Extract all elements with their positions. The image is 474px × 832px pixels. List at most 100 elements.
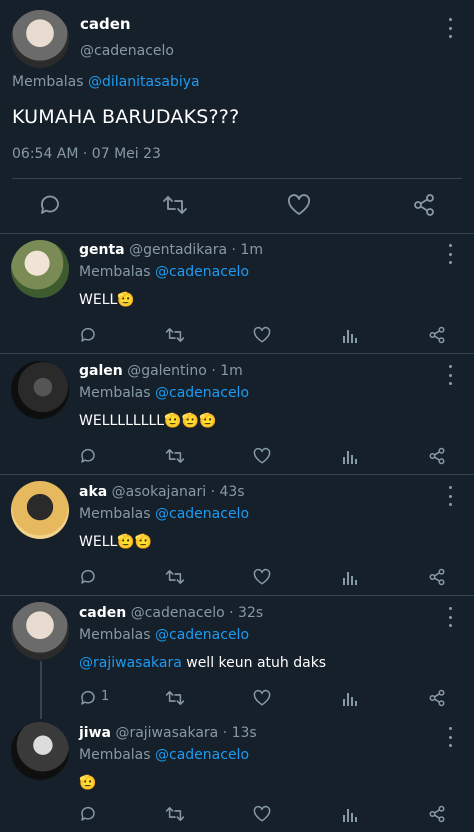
author-name[interactable]: genta (79, 242, 125, 258)
tweet-text: @rajiwasakara well keun atuh daks (79, 655, 326, 671)
mention-link[interactable]: @rajiwasakara (79, 655, 182, 671)
replying-prefix: Membalas (79, 385, 151, 401)
retweet-icon[interactable] (165, 447, 185, 465)
avatar[interactable] (11, 481, 69, 539)
divider (0, 595, 474, 596)
more-icon[interactable] (447, 727, 453, 747)
author-name[interactable]: jiwa (79, 725, 111, 741)
retweet-icon[interactable] (165, 568, 185, 586)
author-handle[interactable]: @galentino (127, 363, 207, 379)
author-handle[interactable]: @rajiwasakara (115, 725, 218, 741)
replying-to-link[interactable]: @cadenacelo (155, 747, 249, 763)
reply-header: caden @cadenacelo · 32s (79, 605, 263, 621)
replying-to-line: Membalas @cadenacelo (79, 627, 249, 643)
reply-icon[interactable] (79, 447, 97, 465)
author-name[interactable]: caden (79, 605, 126, 621)
reply-header: galen @galentino · 1m (79, 363, 243, 379)
like-icon[interactable] (253, 326, 271, 344)
more-icon[interactable] (447, 607, 453, 627)
replying-to-line: Membalas @cadenacelo (79, 264, 249, 280)
tweet-time: · 1m (211, 363, 243, 379)
avatar[interactable] (11, 722, 69, 780)
share-icon[interactable] (428, 689, 446, 707)
action-bar (0, 188, 474, 222)
analytics-icon[interactable] (342, 689, 358, 707)
like-icon[interactable] (253, 805, 271, 823)
retweet-icon[interactable] (165, 689, 185, 707)
replying-to-link[interactable]: @cadenacelo (155, 385, 249, 401)
retweet-icon[interactable] (162, 194, 188, 216)
replying-prefix: Membalas (79, 506, 151, 522)
replying-prefix: Membalas (12, 74, 84, 90)
reply-tweet[interactable]: genta @gentadikara · 1m Membalas @cadena… (0, 234, 474, 354)
like-icon[interactable] (253, 689, 271, 707)
reply-icon[interactable] (79, 568, 97, 586)
author-handle[interactable]: @cadenacelo (80, 43, 174, 59)
analytics-icon[interactable] (342, 568, 358, 586)
replying-to-line: Membalas @cadenacelo (79, 747, 249, 763)
action-bar (79, 805, 459, 827)
replying-to-line: Membalas @cadenacelo (79, 506, 249, 522)
tweet-time: · 43s (210, 484, 245, 500)
analytics-icon[interactable] (342, 326, 358, 344)
replying-prefix: Membalas (79, 747, 151, 763)
more-icon[interactable] (447, 18, 453, 38)
author-name[interactable]: galen (79, 363, 123, 379)
share-icon[interactable] (428, 805, 446, 823)
author-name[interactable]: aka (79, 484, 107, 500)
avatar[interactable] (11, 361, 69, 419)
like-icon[interactable] (253, 447, 271, 465)
action-bar (79, 568, 459, 590)
tweet-time: · 1m (231, 242, 263, 258)
divider (0, 353, 474, 354)
thread-connector (40, 661, 42, 719)
replying-to-link[interactable]: @cadenacelo (155, 264, 249, 280)
reply-icon[interactable] (79, 689, 97, 707)
author-handle[interactable]: @asokajanari (112, 484, 206, 500)
divider (0, 474, 474, 475)
reply-header: aka @asokajanari · 43s (79, 484, 245, 500)
retweet-icon[interactable] (165, 805, 185, 823)
reply-icon[interactable] (79, 326, 97, 344)
share-icon[interactable] (428, 568, 446, 586)
tweet-text: KUMAHA BARUDAKS??? (12, 106, 240, 128)
reply-icon[interactable] (38, 194, 62, 216)
like-icon[interactable] (287, 194, 311, 216)
share-icon[interactable] (428, 447, 446, 465)
divider (12, 178, 462, 179)
analytics-icon[interactable] (342, 447, 358, 465)
analytics-icon[interactable] (342, 805, 358, 823)
tweet-time: · 13s (222, 725, 257, 741)
more-icon[interactable] (447, 486, 453, 506)
replying-to-link[interactable]: @dilanitasabiya (88, 74, 200, 90)
reply-count: 1 (101, 689, 110, 704)
avatar[interactable] (11, 240, 69, 298)
replying-prefix: Membalas (79, 264, 151, 280)
replying-to-line: Membalas @cadenacelo (79, 385, 249, 401)
reply-icon[interactable] (79, 805, 97, 823)
replying-to-line: Membalas @dilanitasabiya (12, 74, 200, 90)
replying-to-link[interactable]: @cadenacelo (155, 506, 249, 522)
reply-header: genta @gentadikara · 1m (79, 242, 263, 258)
tweet-text: 🫡 (79, 775, 97, 791)
avatar[interactable] (11, 10, 69, 68)
replying-to-link[interactable]: @cadenacelo (155, 627, 249, 643)
reply-tweet[interactable]: jiwa @rajiwasakara · 13s Membalas @caden… (0, 717, 474, 832)
tweet-text: WELL🫡 (79, 292, 135, 308)
author-handle[interactable]: @cadenacelo (131, 605, 225, 621)
tweet-text: WELLLLLLLL🫡🫡🫡 (79, 413, 217, 429)
like-icon[interactable] (253, 568, 271, 586)
share-icon[interactable] (428, 326, 446, 344)
avatar[interactable] (11, 602, 69, 660)
tweet-time: · 32s (229, 605, 264, 621)
share-icon[interactable] (412, 193, 436, 217)
tweet-timestamp: 06:54 AM · 07 Mei 23 (12, 146, 161, 162)
retweet-icon[interactable] (165, 326, 185, 344)
reply-tweet[interactable]: caden @cadenacelo · 32s Membalas @cadena… (0, 597, 474, 717)
reply-tweet[interactable]: galen @galentino · 1m Membalas @cadenace… (0, 355, 474, 475)
more-icon[interactable] (447, 365, 453, 385)
author-name[interactable]: caden (80, 15, 131, 33)
more-icon[interactable] (447, 244, 453, 264)
author-handle[interactable]: @gentadikara (129, 242, 227, 258)
reply-tweet[interactable]: aka @asokajanari · 43s Membalas @cadenac… (0, 476, 474, 596)
